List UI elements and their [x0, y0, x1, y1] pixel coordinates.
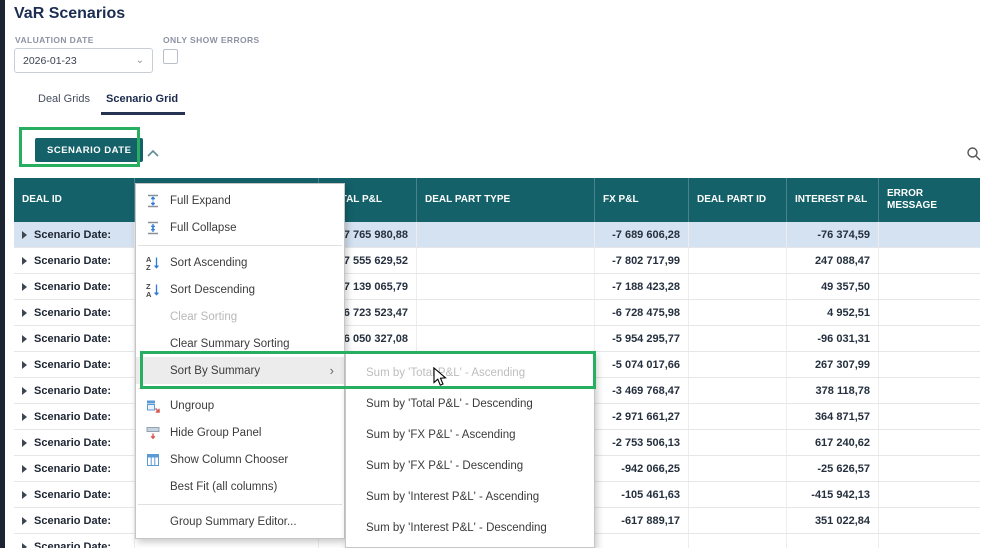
menu-item-ungroup[interactable]: Ungroup: [136, 392, 344, 419]
menu-separator: [138, 245, 342, 246]
expand-icon[interactable]: [22, 282, 27, 291]
group-row-label: Scenario Date:: [34, 228, 112, 241]
interest-pnl-value: 247 088,47: [787, 248, 879, 273]
menu-item-group-summary-editor[interactable]: Group Summary Editor...: [136, 508, 344, 535]
fx-pnl-value: -105 461,63: [595, 482, 689, 507]
interest-pnl-value: -25 626,57: [787, 456, 879, 481]
annotation-highlight-sort-by-summary: [140, 351, 596, 389]
submenu-item-fx-ascending[interactable]: Sum by 'FX P&L' - Ascending: [346, 419, 594, 450]
interest-pnl-value: 4 952,51: [787, 300, 879, 325]
expand-icon[interactable]: [22, 412, 27, 421]
fx-pnl-value: -942 066,25: [595, 456, 689, 481]
menu-item-sort-ascending[interactable]: AZ Sort Ascending: [136, 249, 344, 276]
group-row-label: Scenario Date:: [34, 462, 112, 475]
interest-pnl-value: 267 307,99: [787, 352, 879, 377]
expand-icon[interactable]: [22, 360, 27, 369]
column-header-deal-part-type[interactable]: DEAL PART TYPE: [417, 178, 595, 222]
tab-deal-grids[interactable]: Deal Grids: [38, 93, 90, 105]
menu-item-show-column-chooser[interactable]: Show Column Chooser: [136, 446, 344, 473]
group-row-label: Scenario Date:: [34, 540, 112, 548]
interest-pnl-value: -96 031,31: [787, 326, 879, 351]
menu-separator: [138, 504, 342, 505]
fx-pnl-value: -617 889,17: [595, 508, 689, 533]
ungroup-icon: [144, 398, 162, 414]
fx-pnl-value: -7 689 606,28: [595, 222, 689, 247]
interest-pnl-value: [787, 534, 879, 548]
column-header-fx-pnl[interactable]: FX P&L: [595, 178, 689, 222]
interest-pnl-value: 364 871,57: [787, 404, 879, 429]
tab-scenario-grid[interactable]: Scenario Grid: [106, 93, 178, 105]
group-row-label: Scenario Date:: [34, 436, 112, 449]
valuation-date-value: 2026-01-23: [23, 54, 77, 67]
fx-pnl-value: -3 469 768,47: [595, 378, 689, 403]
expand-icon[interactable]: [22, 256, 27, 265]
hide-group-panel-icon: [144, 425, 162, 441]
expand-icon[interactable]: [22, 386, 27, 395]
fx-pnl-value: -2 971 661,27: [595, 404, 689, 429]
submenu-item-interest-ascending[interactable]: Sum by 'Interest P&L' - Ascending: [346, 481, 594, 512]
submenu-item-fx-descending[interactable]: Sum by 'FX P&L' - Descending: [346, 450, 594, 481]
interest-pnl-value: 378 118,78: [787, 378, 879, 403]
group-row-label: Scenario Date:: [34, 306, 112, 319]
window-edge: [0, 0, 5, 548]
group-row-label: Scenario Date:: [34, 358, 112, 371]
fx-pnl-value: -7 802 717,99: [595, 248, 689, 273]
fx-pnl-value: -7 188 423,28: [595, 274, 689, 299]
expand-icon[interactable]: [22, 542, 27, 548]
column-chooser-icon: [144, 452, 162, 468]
group-row-label: Scenario Date:: [34, 280, 112, 293]
only-show-errors-label: ONLY SHOW ERRORS: [163, 35, 260, 45]
group-row-label: Scenario Date:: [34, 488, 112, 501]
interest-pnl-value: 617 240,62: [787, 430, 879, 455]
active-tab-underline: [101, 112, 185, 115]
menu-item-sort-descending[interactable]: ZA Sort Descending: [136, 276, 344, 303]
fx-pnl-value: -5 954 295,77: [595, 326, 689, 351]
column-header-interest-pnl[interactable]: INTEREST P&L: [787, 178, 879, 222]
page-title: VaR Scenarios: [14, 5, 126, 22]
group-row-label: Scenario Date:: [34, 410, 112, 423]
sort-ascending-icon: AZ: [144, 255, 162, 272]
expand-icon[interactable]: [22, 438, 27, 447]
expand-icon[interactable]: [22, 490, 27, 499]
submenu-item-interest-descending[interactable]: Sum by 'Interest P&L' - Descending: [346, 512, 594, 543]
menu-item-best-fit[interactable]: Best Fit (all columns): [136, 473, 344, 500]
fx-pnl-value: [595, 534, 689, 548]
submenu-item-total-descending[interactable]: Sum by 'Total P&L' - Descending: [346, 388, 594, 419]
column-header-deal-part-id[interactable]: DEAL PART ID: [689, 178, 787, 222]
expand-icon[interactable]: [22, 334, 27, 343]
only-show-errors-checkbox[interactable]: [163, 49, 178, 64]
fx-pnl-value: -6 728 475,98: [595, 300, 689, 325]
interest-pnl-value: 351 022,84: [787, 508, 879, 533]
expand-icon[interactable]: [22, 464, 27, 473]
fx-pnl-value: -2 753 506,13: [595, 430, 689, 455]
chevron-down-icon: ⌄: [135, 54, 144, 66]
interest-pnl-value: -76 374,59: [787, 222, 879, 247]
group-row-label: Scenario Date:: [34, 332, 112, 345]
valuation-date-select[interactable]: 2026-01-23 ⌄: [14, 48, 153, 73]
mouse-cursor: [433, 366, 451, 392]
column-header-error-message[interactable]: ERROR MESSAGE: [879, 178, 980, 222]
menu-item-hide-group-panel[interactable]: Hide Group Panel: [136, 419, 344, 446]
group-row-label: Scenario Date:: [34, 514, 112, 527]
full-collapse-icon: [144, 220, 162, 236]
group-row-label: Scenario Date:: [34, 384, 112, 397]
interest-pnl-value: -415 942,13: [787, 482, 879, 507]
sort-descending-icon: ZA: [144, 282, 162, 299]
menu-item-clear-sorting: Clear Sorting: [170, 310, 238, 323]
group-row-label: Scenario Date:: [34, 254, 112, 267]
menu-item-full-collapse[interactable]: Full Collapse: [136, 214, 344, 241]
expand-icon[interactable]: [22, 230, 27, 239]
column-header-deal-id[interactable]: DEAL ID: [14, 178, 135, 222]
expand-icon[interactable]: [22, 516, 27, 525]
menu-item-full-expand[interactable]: Full Expand: [136, 187, 344, 214]
expand-icon[interactable]: [22, 308, 27, 317]
full-expand-icon: [144, 193, 162, 209]
chevron-up-icon[interactable]: [146, 145, 160, 163]
valuation-date-label: VALUATION DATE: [15, 35, 94, 45]
annotation-highlight-scenario-date: [19, 127, 140, 167]
fx-pnl-value: -5 074 017,66: [595, 352, 689, 377]
search-icon[interactable]: [966, 146, 982, 167]
interest-pnl-value: 49 357,50: [787, 274, 879, 299]
